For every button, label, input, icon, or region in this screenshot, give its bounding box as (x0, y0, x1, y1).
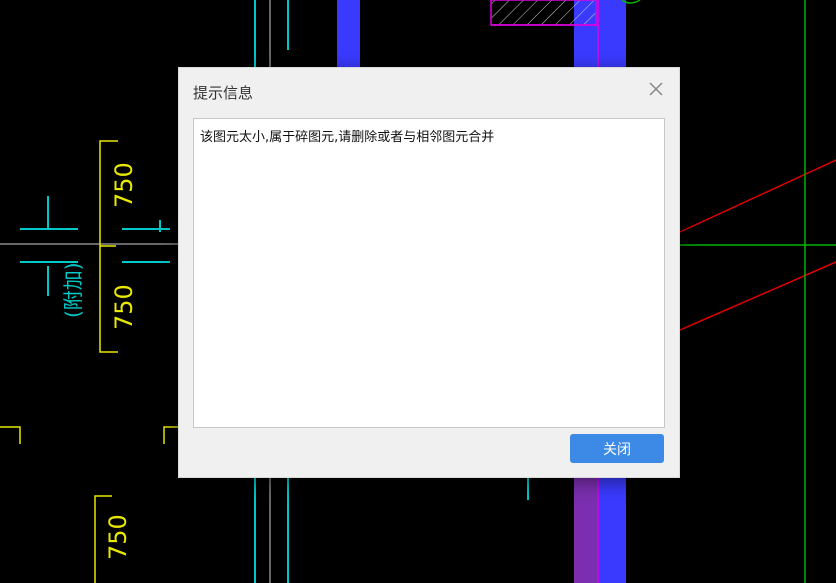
blue-column (337, 0, 360, 67)
yellow-mark (163, 426, 178, 444)
red-line (679, 159, 836, 233)
purple-column (574, 478, 598, 583)
blue-column (598, 478, 626, 583)
dimension-label: 750 (110, 284, 138, 330)
info-dialog: 提示信息 该图元太小,属于碎图元,请删除或者与相邻图元合并 关闭 (178, 67, 680, 478)
dialog-title: 提示信息 (193, 84, 254, 102)
message-text: 该图元太小,属于碎图元,请删除或者与相邻图元合并 (200, 130, 495, 145)
dimension-label: 750 (110, 162, 138, 208)
message-textarea[interactable]: 该图元太小,属于碎图元,请删除或者与相邻图元合并 (193, 118, 665, 428)
yellow-mark (0, 426, 21, 444)
red-line (679, 261, 836, 331)
close-button[interactable]: 关闭 (570, 434, 664, 463)
close-icon[interactable] (647, 80, 665, 98)
hatched-block (490, 0, 597, 26)
axis-label: (附加) (61, 262, 85, 318)
dimension-label: 750 (104, 514, 132, 560)
